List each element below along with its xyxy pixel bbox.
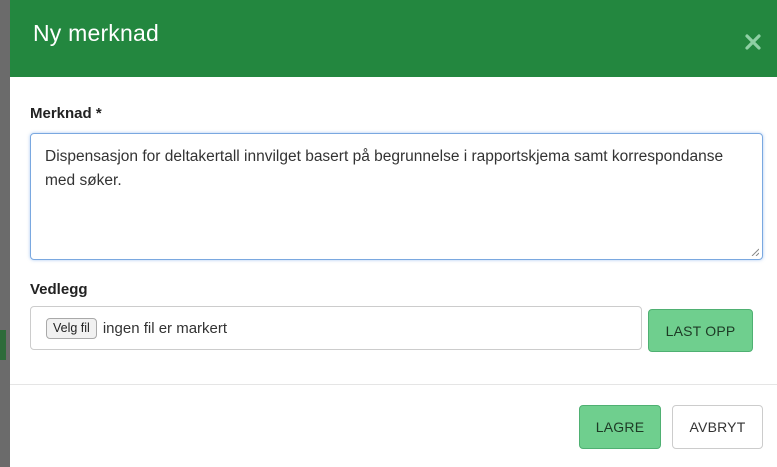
save-button[interactable]: LAGRE bbox=[579, 405, 661, 449]
upload-button[interactable]: LAST OPP bbox=[648, 309, 753, 352]
attachment-label: Vedlegg bbox=[30, 281, 88, 298]
cancel-button[interactable]: AVBRYT bbox=[672, 405, 763, 449]
modal-title: Ny merknad bbox=[33, 20, 159, 46]
file-input[interactable]: Velg fil ingen fil er markert bbox=[30, 306, 642, 350]
note-label: Merknad * bbox=[30, 105, 102, 122]
modal-header: Ny merknad bbox=[10, 0, 777, 77]
choose-file-button[interactable]: Velg fil bbox=[46, 317, 97, 339]
resize-grip-icon[interactable] bbox=[751, 248, 759, 256]
backdrop-edge bbox=[0, 330, 6, 360]
note-text: Dispensasjon for deltakertall innvilget … bbox=[45, 148, 724, 189]
close-icon[interactable] bbox=[743, 32, 763, 52]
file-status: ingen fil er markert bbox=[102, 319, 228, 337]
new-note-modal: Ny merknad Merknad * Dispensasjon for de… bbox=[10, 0, 777, 467]
note-textarea[interactable]: Dispensasjon for deltakertall innvilget … bbox=[30, 133, 763, 260]
footer-divider bbox=[10, 384, 777, 385]
